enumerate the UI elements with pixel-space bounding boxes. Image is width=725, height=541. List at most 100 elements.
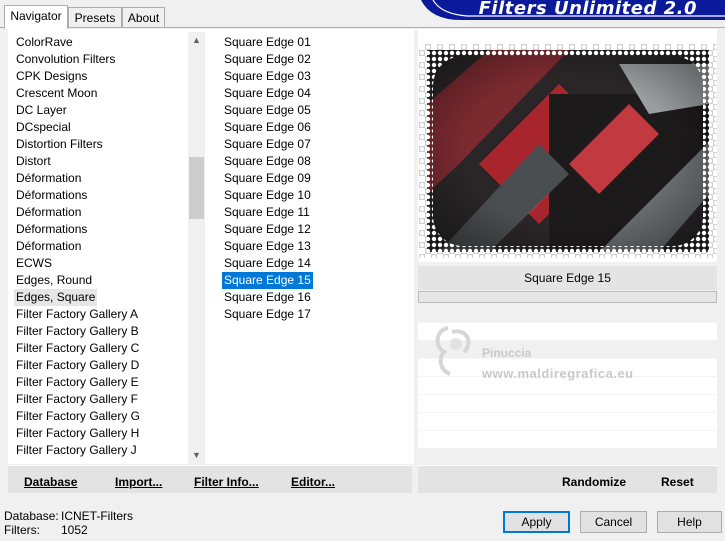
tab-navigator[interactable]: Navigator <box>4 5 68 29</box>
filter-item[interactable]: Square Edge 09 <box>222 170 313 187</box>
watermark-name: Pinuccia <box>482 346 532 360</box>
filters-count-value: 1052 <box>61 523 88 537</box>
scroll-up-arrow-icon[interactable]: ▲ <box>188 32 205 49</box>
filter-item-row: Square Edge 14 <box>222 255 407 272</box>
import-button[interactable]: Import... <box>115 475 162 489</box>
filter-item-row: Square Edge 08 <box>222 153 407 170</box>
category-item-row: ColorRave <box>14 34 184 51</box>
help-button[interactable]: Help <box>657 511 722 533</box>
filter-item-row: Square Edge 16 <box>222 289 407 306</box>
category-item[interactable]: ColorRave <box>14 34 75 51</box>
category-item-row: Edges, Square <box>14 289 184 306</box>
category-item[interactable]: Filter Factory Gallery C <box>14 340 141 357</box>
filter-info-button[interactable]: Filter Info... <box>194 475 259 489</box>
preview-image <box>419 44 717 258</box>
filter-item[interactable]: Square Edge 05 <box>222 102 313 119</box>
category-item-row: Edges, Round <box>14 272 184 289</box>
category-item-row: Distort <box>14 153 184 170</box>
category-item[interactable]: DCspecial <box>14 119 73 136</box>
apply-button[interactable]: Apply <box>503 511 570 533</box>
filter-list[interactable]: Square Edge 01 Square Edge 02 Square Edge … <box>222 34 407 323</box>
progress-bar <box>418 291 717 303</box>
tab-about[interactable]: About <box>122 7 165 27</box>
category-item[interactable]: Déformations <box>14 187 89 204</box>
filter-item[interactable]: Square Edge 11 <box>222 204 312 221</box>
filter-item[interactable]: Square Edge 13 <box>222 238 313 255</box>
category-item[interactable]: Filter Factory Gallery H <box>14 425 141 442</box>
navigator-button-bar: Database Import... Filter Info... Editor… <box>8 465 412 493</box>
category-item[interactable]: Filter Factory Gallery D <box>14 357 141 374</box>
reset-button[interactable]: Reset <box>661 475 694 489</box>
filter-item-row: Square Edge 15 <box>222 272 407 289</box>
category-item-row: CPK Designs <box>14 68 184 85</box>
category-item[interactable]: Filter Factory Gallery E <box>14 374 141 391</box>
scroll-thumb[interactable] <box>189 157 204 219</box>
filter-item[interactable]: Square Edge 10 <box>222 187 313 204</box>
category-item-row: Filter Factory Gallery H <box>14 425 184 442</box>
category-item-row: ECWS <box>14 255 184 272</box>
filter-item[interactable]: Square Edge 06 <box>222 119 313 136</box>
watermark-url: www.maldiregrafica.eu <box>482 366 634 381</box>
category-item-row: Déformation <box>14 204 184 221</box>
database-value: ICNET-Filters <box>61 509 133 523</box>
category-item-row: Filter Factory Gallery J <box>14 442 184 459</box>
database-label: Database: <box>4 509 59 523</box>
filter-item[interactable]: Square Edge 12 <box>222 221 313 238</box>
filter-item[interactable]: Square Edge 14 <box>222 255 313 272</box>
watermark-logo-icon <box>435 326 471 376</box>
category-item[interactable]: Déformation <box>14 170 83 187</box>
filter-item-row: Square Edge 06 <box>222 119 407 136</box>
filter-item[interactable]: Square Edge 17 <box>222 306 313 323</box>
category-item[interactable]: Filter Factory Gallery A <box>14 306 140 323</box>
database-button[interactable]: Database <box>24 475 77 489</box>
category-item-row: DCspecial <box>14 119 184 136</box>
category-item[interactable]: Edges, Round <box>14 272 94 289</box>
filter-item-row: Square Edge 12 <box>222 221 407 238</box>
category-item-row: Filter Factory Gallery A <box>14 306 184 323</box>
editor-button[interactable]: Editor... <box>291 475 335 489</box>
tab-presets[interactable]: Presets <box>68 7 122 27</box>
filter-item-row: Square Edge 04 <box>222 85 407 102</box>
category-item-row: Filter Factory Gallery C <box>14 340 184 357</box>
category-item[interactable]: CPK Designs <box>14 68 89 85</box>
randomize-button[interactable]: Randomize <box>562 475 626 489</box>
preview-artwork <box>419 44 717 258</box>
filter-item[interactable]: Square Edge 07 <box>222 136 313 153</box>
category-item[interactable]: Déformation <box>14 238 83 255</box>
category-item-row: Déformations <box>14 187 184 204</box>
category-item-row: Filter Factory Gallery G <box>14 408 184 425</box>
category-item-row: Filter Factory Gallery B <box>14 323 184 340</box>
filter-item[interactable]: Square Edge 04 <box>222 85 313 102</box>
category-item-row: Filter Factory Gallery E <box>14 374 184 391</box>
scroll-down-arrow-icon[interactable]: ▼ <box>188 447 205 464</box>
filters-count-label: Filters: <box>4 523 40 537</box>
category-item[interactable]: Déformation <box>14 204 83 221</box>
filter-item-row: Square Edge 05 <box>222 102 407 119</box>
category-item[interactable]: Filter Factory Gallery G <box>14 408 142 425</box>
category-item-row: Déformations <box>14 221 184 238</box>
category-item[interactable]: DC Layer <box>14 102 69 119</box>
category-item[interactable]: Filter Factory Gallery B <box>14 323 141 340</box>
category-item[interactable]: Filter Factory Gallery F <box>14 391 140 408</box>
filter-item[interactable]: Square Edge 01 <box>222 34 313 51</box>
category-item[interactable]: ECWS <box>14 255 54 272</box>
category-item[interactable]: Déformations <box>14 221 89 238</box>
category-item[interactable]: Distortion Filters <box>14 136 105 153</box>
filter-item[interactable]: Square Edge 03 <box>222 68 313 85</box>
category-item-row: DC Layer <box>14 102 184 119</box>
category-item[interactable]: Edges, Square <box>14 289 98 306</box>
filter-item[interactable]: Square Edge 02 <box>222 51 313 68</box>
category-item-row: Filter Factory Gallery D <box>14 357 184 374</box>
category-item[interactable]: Crescent Moon <box>14 85 99 102</box>
filter-item[interactable]: Square Edge 15 <box>222 272 313 289</box>
filter-item[interactable]: Square Edge 16 <box>222 289 313 306</box>
category-item[interactable]: Distort <box>14 153 53 170</box>
category-list[interactable]: ColorRave Convolution Filters CPK Designs C… <box>14 34 184 459</box>
filter-item-row: Square Edge 10 <box>222 187 407 204</box>
cancel-button[interactable]: Cancel <box>580 511 647 533</box>
category-scrollbar[interactable]: ▲ ▼ <box>188 32 205 464</box>
category-item-row: Convolution Filters <box>14 51 184 68</box>
category-item[interactable]: Convolution Filters <box>14 51 117 68</box>
filter-item[interactable]: Square Edge 08 <box>222 153 313 170</box>
category-item[interactable]: Filter Factory Gallery J <box>14 442 139 459</box>
